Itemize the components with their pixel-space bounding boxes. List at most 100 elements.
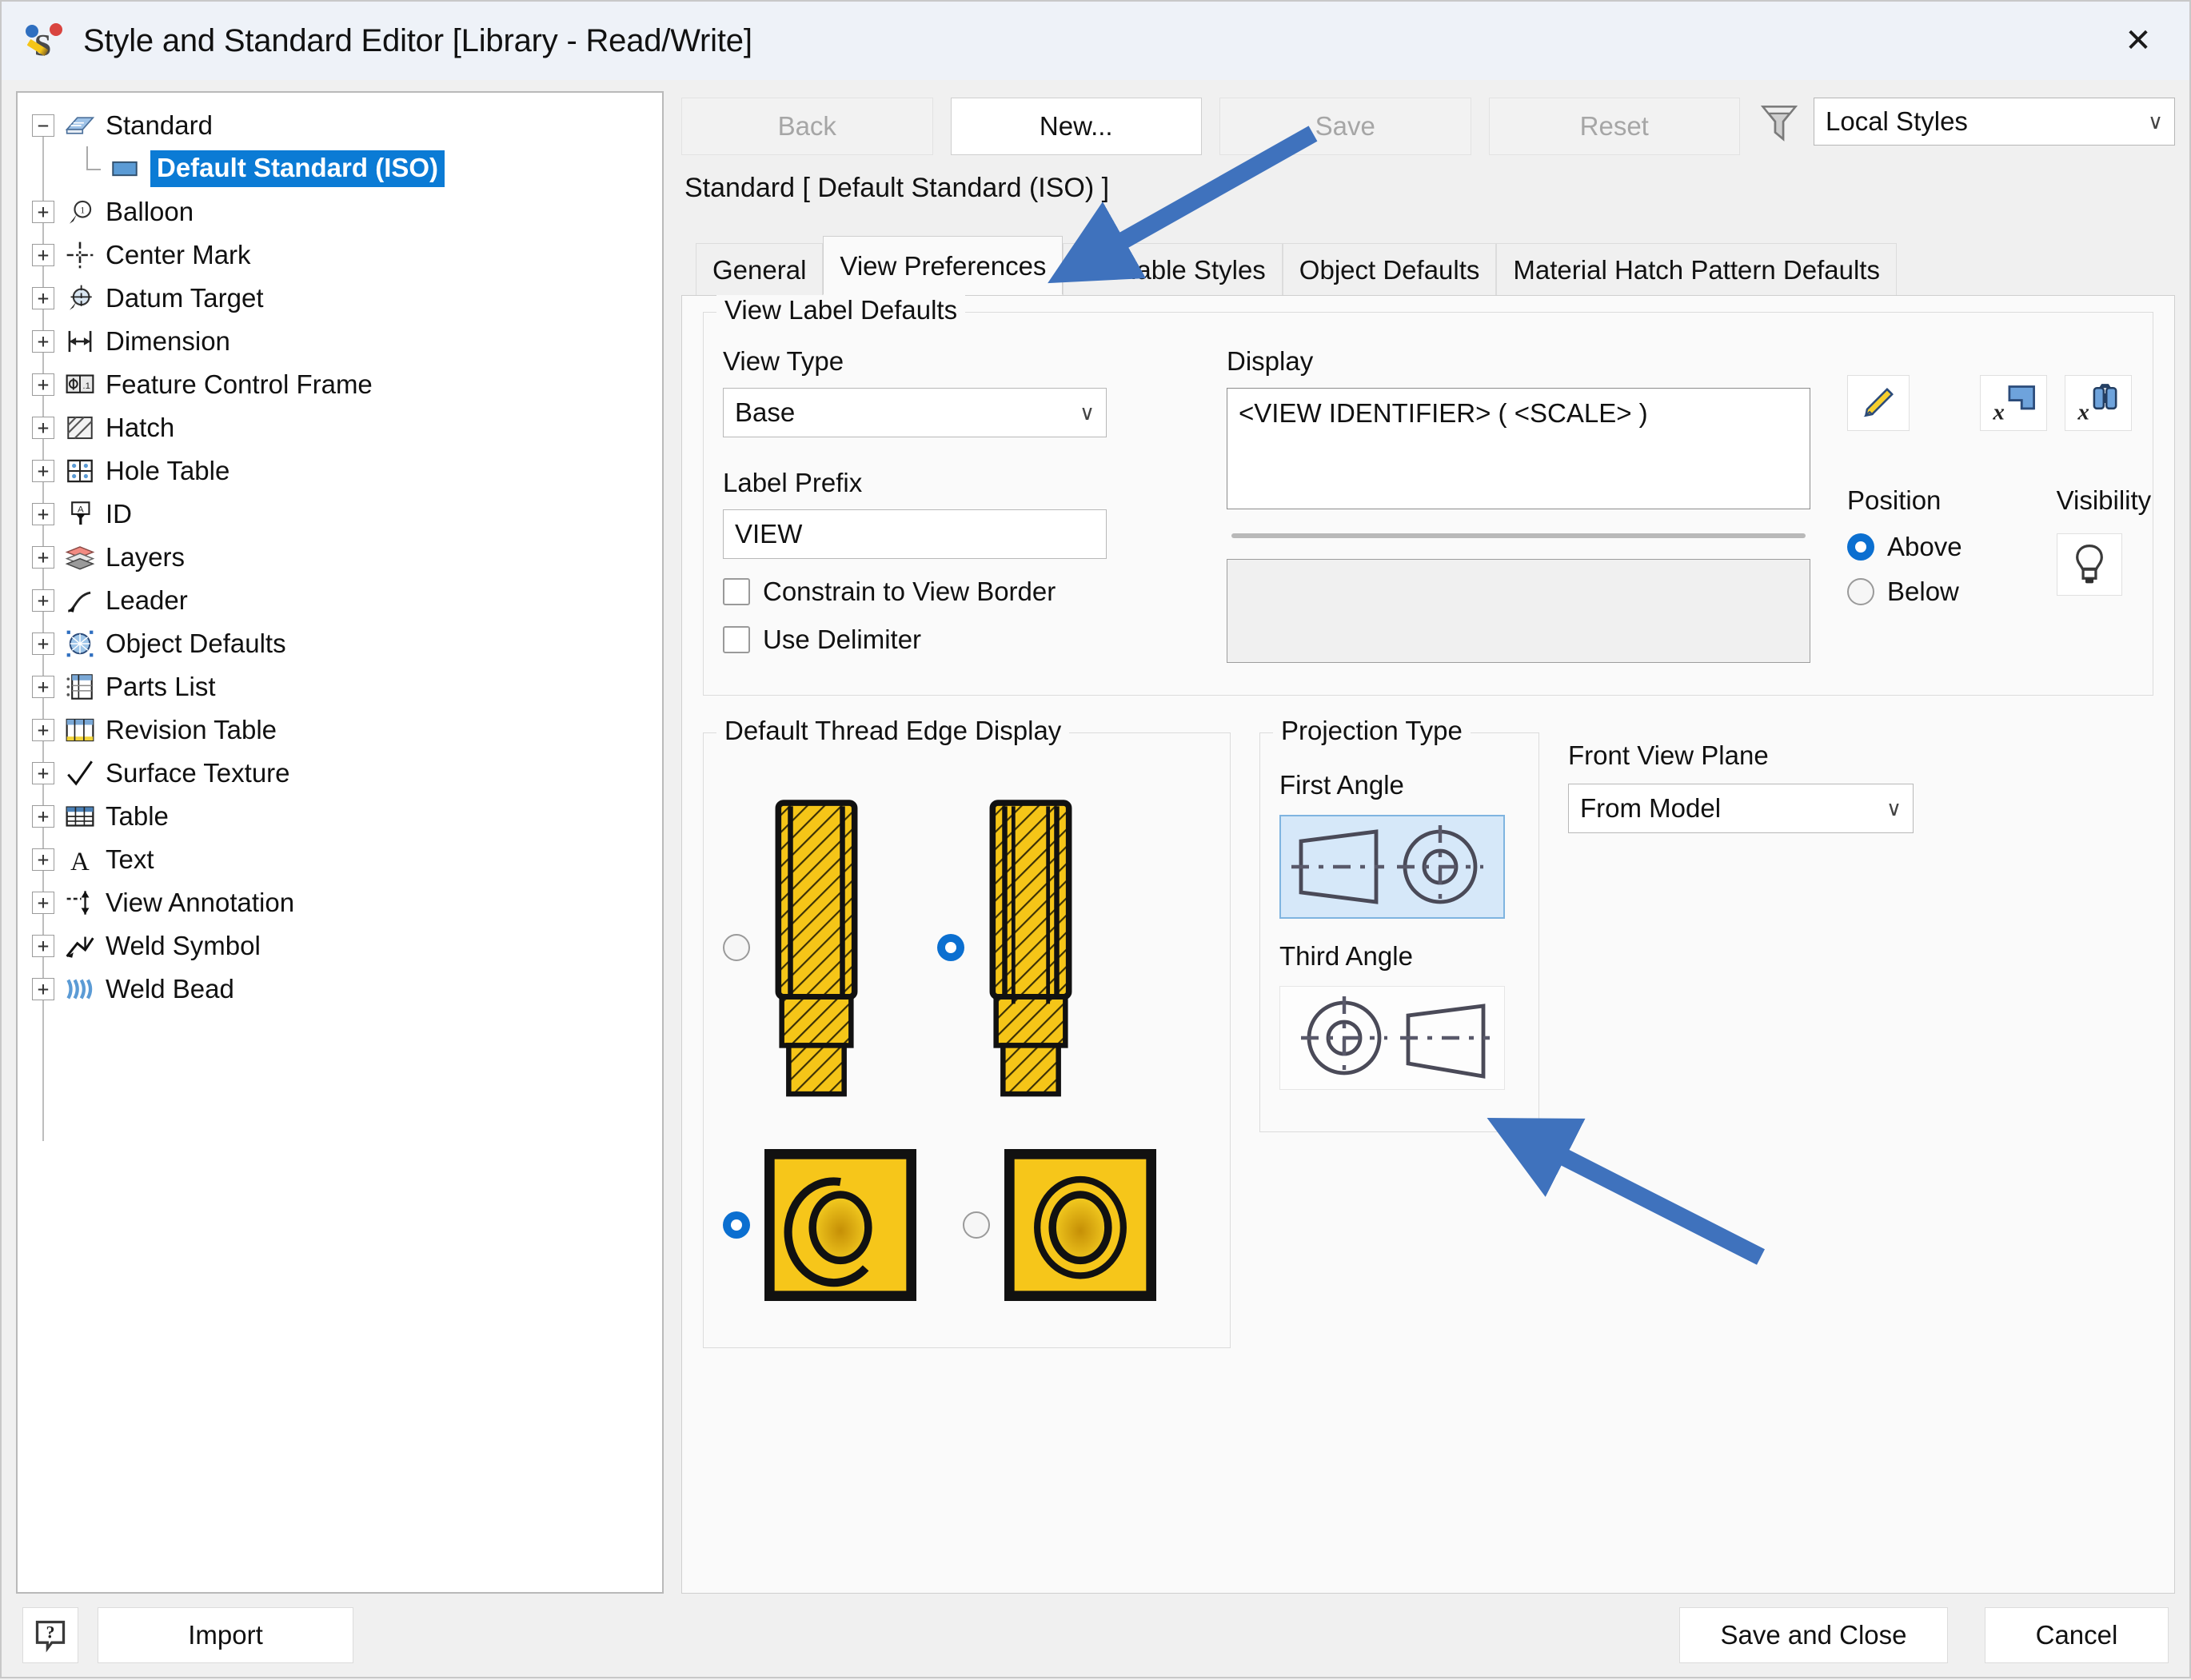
tab-bar: GeneralView PreferencesAvailable StylesO… <box>681 236 2175 295</box>
thread-option-full-line-radio[interactable] <box>723 934 750 961</box>
style-filter-dropdown[interactable]: Local Styles ∨ <box>1814 98 2175 146</box>
tree-expander-plus[interactable]: + <box>32 892 54 914</box>
position-option-above[interactable]: Above <box>1847 532 1962 562</box>
tree-item-id[interactable]: + A ID <box>32 493 662 536</box>
right-panel: Back New... Save Reset Local Styles ∨ St… <box>681 91 2175 1594</box>
tree-item-standard[interactable]: − Standard <box>32 104 662 147</box>
tree-expander-plus[interactable]: + <box>32 287 54 309</box>
tree-expander-plus[interactable]: + <box>32 676 54 698</box>
display-textarea[interactable]: <VIEW IDENTIFIER> ( <SCALE> ) <box>1227 388 1810 509</box>
tree-expander-plus[interactable]: + <box>32 632 54 655</box>
style-tree-panel[interactable]: − Standard Default Standard (ISO)+1Balloon… <box>16 91 664 1594</box>
view-annotation-icon <box>62 887 98 919</box>
insert-symbol-button[interactable]: x <box>1980 375 2047 431</box>
front-view-plane-dropdown[interactable]: From Model ∨ <box>1568 784 1914 833</box>
position-option-below[interactable]: Below <box>1847 577 1962 607</box>
constrain-to-view-border-checkbox[interactable] <box>723 578 750 605</box>
tree-item-view-annotation[interactable]: +View Annotation <box>32 881 662 924</box>
tree-expander-plus[interactable]: + <box>32 201 54 223</box>
tree-item-label: Default Standard (ISO) <box>150 150 445 187</box>
tree-expander-plus[interactable]: + <box>32 244 54 266</box>
id-icon: A <box>62 498 98 530</box>
label-prefix-input[interactable]: VIEW <box>723 509 1107 559</box>
tree-item-datum-target[interactable]: +Datum Target <box>32 277 662 320</box>
tree-expander-plus[interactable]: + <box>32 719 54 741</box>
tree-item-leader[interactable]: +Leader <box>32 579 662 622</box>
back-button[interactable]: Back <box>681 98 933 155</box>
thread-option-three-quarter-circle-radio[interactable] <box>723 1211 750 1239</box>
new-button[interactable]: New... <box>951 98 1203 155</box>
thread-option-partial-line-radio[interactable] <box>937 934 964 961</box>
tree-item-dimension[interactable]: +Dimension <box>32 320 662 363</box>
above-radio[interactable] <box>1847 533 1874 561</box>
tree-item-hole-table[interactable]: +Hole Table <box>32 449 662 493</box>
tree-item-weld-symbol[interactable]: + Weld Symbol <box>32 924 662 968</box>
third-angle-projection-button[interactable] <box>1279 986 1505 1090</box>
thread-full-line-image[interactable] <box>764 796 868 1099</box>
tab-view-preferences[interactable]: View Preferences <box>823 236 1063 295</box>
tree-item-object-defaults[interactable]: +Object Defaults <box>32 622 662 665</box>
view-type-dropdown[interactable]: Base ∨ <box>723 388 1107 437</box>
save-button[interactable]: Save <box>1219 98 1471 155</box>
toolbar: Back New... Save Reset Local Styles ∨ <box>681 91 2175 155</box>
tab-material-hatch-pattern-defaults[interactable]: Material Hatch Pattern Defaults <box>1496 243 1897 297</box>
secondary-display-textarea <box>1227 559 1810 663</box>
tree-expander-plus[interactable]: + <box>32 417 54 439</box>
thread-option-full-circle-radio[interactable] <box>963 1211 990 1239</box>
tab-general[interactable]: General <box>696 243 823 297</box>
tree-item-weld-bead[interactable]: +Weld Bead <box>32 968 662 1011</box>
projection-type-group: Projection Type First Angle <box>1259 732 1539 1132</box>
tree-item-label: Revision Table <box>106 715 277 745</box>
tree-expander-plus[interactable]: + <box>32 589 54 612</box>
tree-expander-plus[interactable]: + <box>32 330 54 353</box>
tab-available-styles[interactable]: Available Styles <box>1063 243 1282 297</box>
tree-item-surface-texture[interactable]: +Surface Texture <box>32 752 662 795</box>
tree-expander-minus[interactable]: − <box>32 114 54 137</box>
svg-text:1: 1 <box>80 206 85 216</box>
reset-button[interactable]: Reset <box>1489 98 1741 155</box>
tree-item-hatch[interactable]: +Hatch <box>32 406 662 449</box>
first-angle-projection-button[interactable] <box>1279 815 1505 919</box>
tree-item-label: Layers <box>106 542 185 573</box>
visibility-toggle-button[interactable] <box>2057 533 2122 596</box>
import-button[interactable]: Import <box>98 1607 353 1663</box>
tree-item-feature-control-frame[interactable]: +.1Feature Control Frame <box>32 363 662 406</box>
tree-item-center-mark[interactable]: +Center Mark <box>32 233 662 277</box>
save-and-close-button[interactable]: Save and Close <box>1679 1607 1948 1663</box>
tab-object-defaults[interactable]: Object Defaults <box>1283 243 1497 297</box>
tree-expander-plus[interactable]: + <box>32 978 54 1000</box>
find-symbol-button[interactable]: x <box>2065 375 2132 431</box>
edit-label-button[interactable] <box>1847 375 1910 431</box>
use-delimiter-row[interactable]: Use Delimiter <box>723 625 1139 655</box>
constrain-to-view-border-row[interactable]: Constrain to View Border <box>723 577 1139 607</box>
book-icon <box>62 110 98 142</box>
tree-item-text[interactable]: +AText <box>32 838 662 881</box>
cancel-button[interactable]: Cancel <box>1985 1607 2169 1663</box>
tree-item-balloon[interactable]: +1Balloon <box>32 190 662 233</box>
tree-item-layers[interactable]: + Layers <box>32 536 662 579</box>
close-icon[interactable]: ✕ <box>2101 13 2175 69</box>
tree-expander-plus[interactable]: + <box>32 935 54 957</box>
tree-item-default-standard-iso[interactable]: Default Standard (ISO) <box>32 147 662 190</box>
tree-item-table[interactable]: +Table <box>32 795 662 838</box>
thread-partial-line-image[interactable] <box>979 796 1083 1099</box>
use-delimiter-checkbox[interactable] <box>723 626 750 653</box>
tree-expander-plus[interactable]: + <box>32 503 54 525</box>
tree-item-revision-table[interactable]: + Revision Table <box>32 708 662 752</box>
tree-expander-plus[interactable]: + <box>32 546 54 569</box>
thread-full-circle-image[interactable] <box>1004 1149 1156 1301</box>
tree-expander-plus[interactable]: + <box>32 805 54 828</box>
tree-item-label: Standard <box>106 110 213 141</box>
tree-item-label: Weld Symbol <box>106 931 261 961</box>
tree-expander-plus[interactable]: + <box>32 373 54 396</box>
svg-text:x: x <box>1992 399 2005 424</box>
tree-item-parts-list[interactable]: +Parts List <box>32 665 662 708</box>
tree-item-label: ID <box>106 499 132 529</box>
help-button[interactable]: ? <box>22 1607 78 1663</box>
tree-expander-plus[interactable]: + <box>32 848 54 871</box>
style-filter-value: Local Styles <box>1826 106 1968 137</box>
tree-expander-plus[interactable]: + <box>32 762 54 784</box>
tree-expander-plus[interactable]: + <box>32 460 54 482</box>
below-radio[interactable] <box>1847 578 1874 605</box>
thread-three-quarter-circle-image[interactable] <box>764 1149 916 1301</box>
